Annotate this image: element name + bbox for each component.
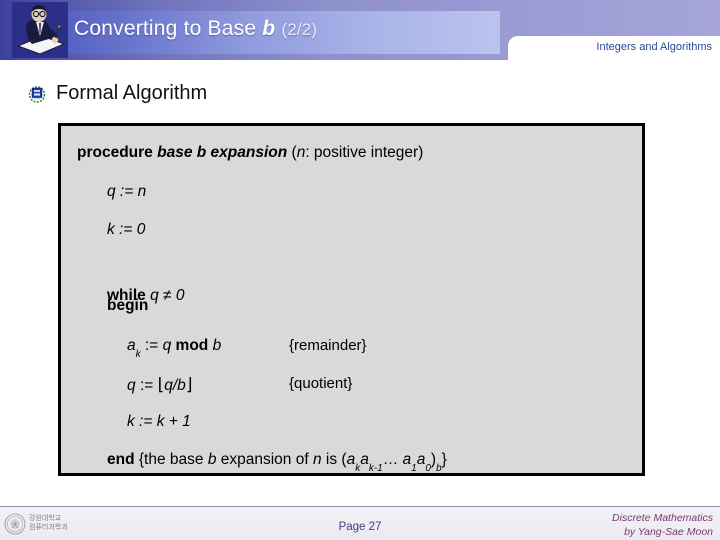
slide-heading-label: Formal Algorithm <box>56 82 208 104</box>
course-credit: Discrete Mathematics by Yang-Sae Moon <box>612 511 713 539</box>
q-update-op: := <box>139 377 158 394</box>
code-line-end: end {the base b expansion of n is (akak-… <box>107 451 447 475</box>
ak-var: a <box>127 337 136 354</box>
procedure-param-rest: : positive integer) <box>305 144 424 161</box>
end-keyword: end <box>107 451 135 468</box>
end-a-k-sub: k <box>355 463 361 475</box>
slide-title-main: Converting to Base <box>74 17 257 40</box>
q-update-lhs: q <box>127 377 136 394</box>
ak-q-var: q <box>162 337 172 354</box>
code-line-k-init: k := 0 <box>107 221 146 238</box>
course-author: by Yang-Sae Moon <box>624 526 713 539</box>
end-brace-close: } <box>441 451 447 468</box>
end-comment-n: n <box>312 451 322 468</box>
end-comment-part1: {the base <box>138 451 208 468</box>
slide-heading: Formal Algorithm <box>28 82 207 105</box>
slide-title: Converting to Base b (2/2) <box>74 17 317 41</box>
code-line-procedure: procedure base b expansion (n: positive … <box>77 145 423 161</box>
code-line-q-init: q := n <box>107 183 147 200</box>
section-label: Integers and Algorithms <box>596 41 712 53</box>
mod-keyword: mod <box>175 337 209 354</box>
end-a-k: a <box>346 451 356 468</box>
slide-title-base-var: b <box>262 17 276 40</box>
ak-assign-op: := <box>144 337 163 354</box>
slide-title-count: (2/2) <box>281 20 318 39</box>
end-a-0-sub: 0 <box>425 463 431 475</box>
ak-b-var: b <box>212 337 222 354</box>
code-comment-quotient: {quotient} <box>289 375 353 392</box>
while-condition: q ≠ 0 <box>150 287 185 304</box>
code-line-begin: begin <box>107 297 149 314</box>
end-ellipsis: … <box>382 451 403 468</box>
code-comment-remainder: {remainder} <box>289 337 367 354</box>
end-a-1-sub: 1 <box>411 463 417 475</box>
end-a-km1-sub: k-1 <box>368 463 383 475</box>
course-title: Discrete Mathematics <box>612 512 713 524</box>
procedure-keyword: procedure <box>77 144 153 161</box>
code-line-q-update: q := ⌊q/b⌋ <box>127 376 192 394</box>
end-comment-part2: expansion of <box>216 451 313 468</box>
ak-subscript: k <box>135 349 141 361</box>
code-line-ak-assign: ak := q mod b <box>127 337 222 361</box>
q-update-expr: q/b <box>164 377 186 394</box>
algorithm-pseudocode-box: procedure base b expansion (n: positive … <box>58 123 645 476</box>
end-a-1: a <box>402 451 412 468</box>
code-line-k-update: k := k + 1 <box>127 413 191 430</box>
blue-square-globe-bullet-icon <box>28 85 46 103</box>
end-base-sub: b <box>436 463 442 475</box>
person-writing-icon <box>12 2 68 58</box>
end-a-km1: a <box>360 451 369 468</box>
floor-close-bracket: ⌋ <box>185 375 193 394</box>
end-comment-part3: is ( <box>321 451 347 468</box>
procedure-name: base b expansion <box>157 144 288 161</box>
